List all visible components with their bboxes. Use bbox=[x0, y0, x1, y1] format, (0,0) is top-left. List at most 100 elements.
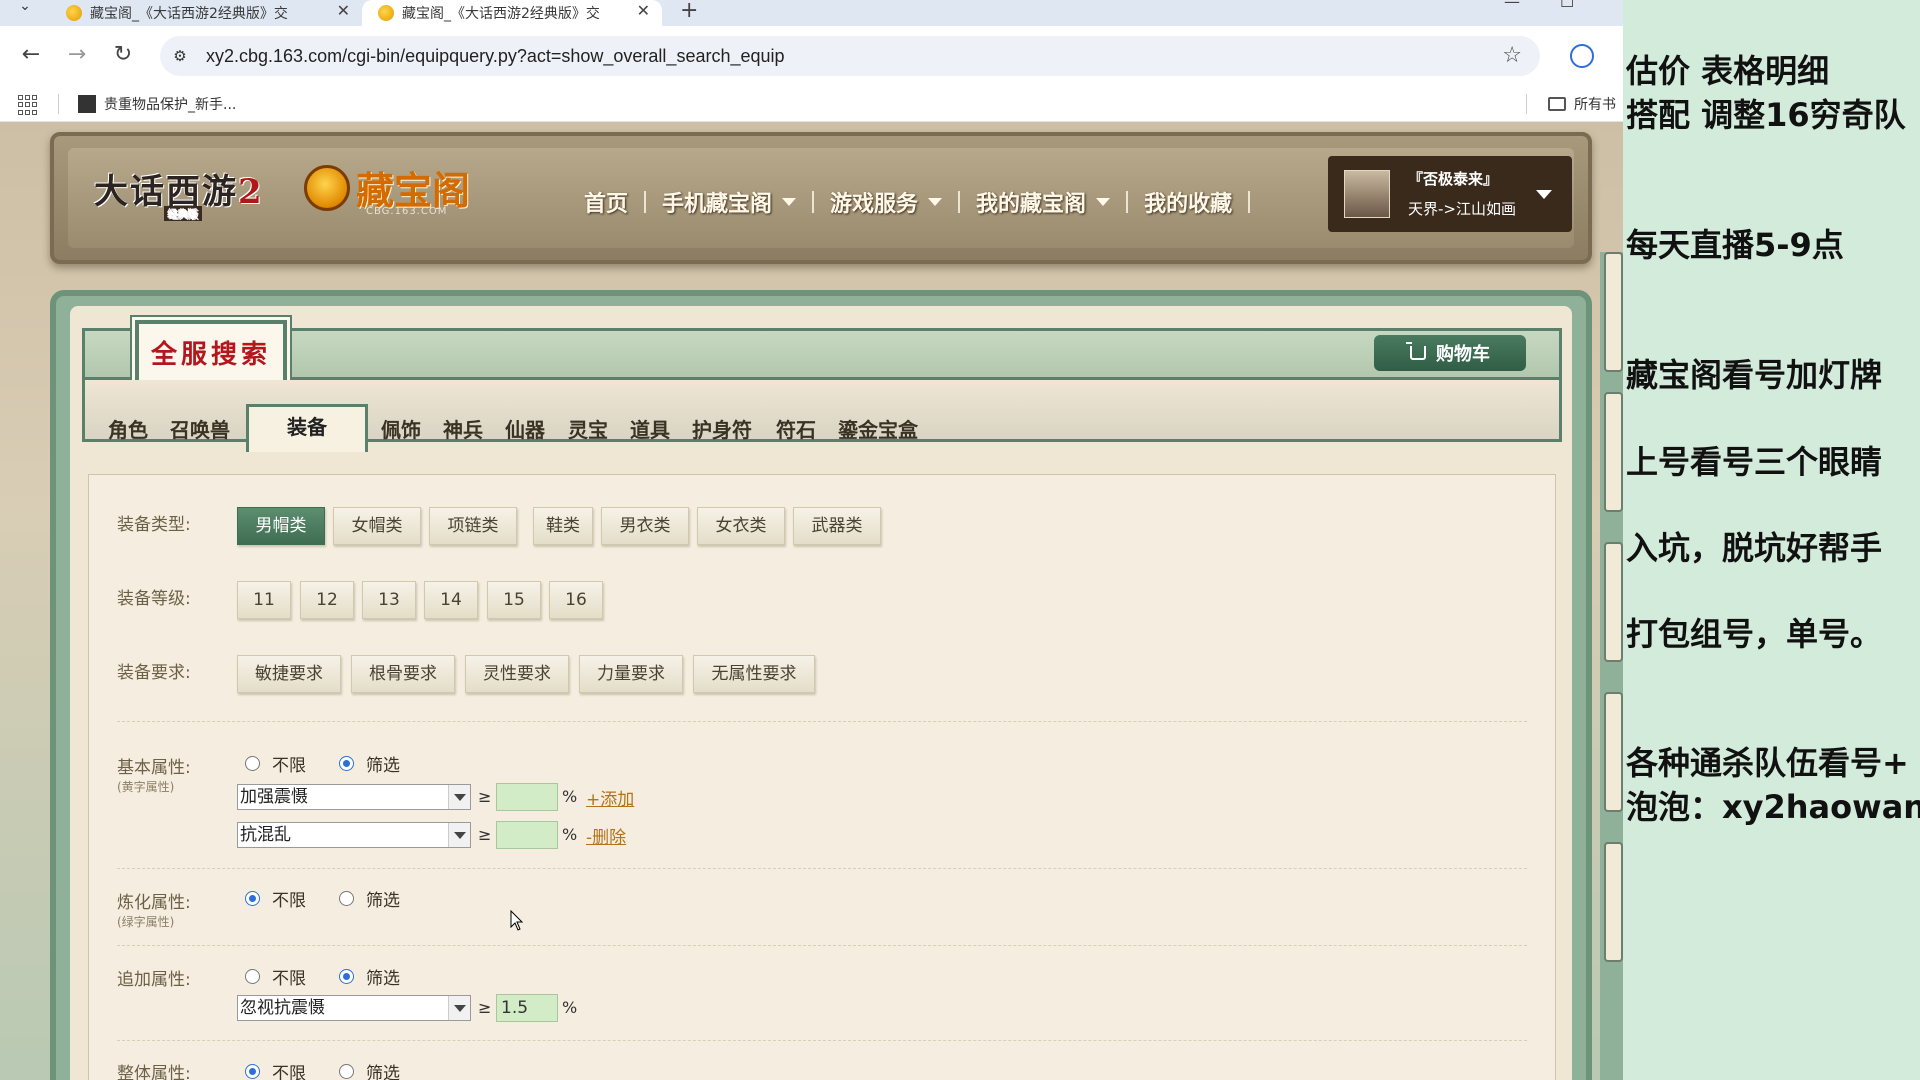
basic-attr-value-input[interactable] bbox=[496, 783, 558, 811]
equip-type-option[interactable]: 女帽类 bbox=[333, 507, 421, 545]
nav-mobile-cbg[interactable]: 手机藏宝阁 bbox=[662, 186, 797, 218]
equip-req-option[interactable]: 无属性要求 bbox=[693, 655, 815, 693]
extra-attr-any-radio[interactable]: 不限 bbox=[245, 964, 306, 989]
basic-attr-select[interactable]: 加强震慑 bbox=[237, 784, 471, 810]
tab-gilded-box[interactable]: 鎏金宝盒 bbox=[838, 414, 918, 443]
browser-tab-strip: ⌄ 藏宝阁_《大话西游2经典版》交 ✕ 藏宝阁_《大话西游2经典版》交 ✕ + … bbox=[0, 0, 1623, 26]
bookmark-star-icon[interactable]: ☆ bbox=[1502, 43, 1522, 68]
user-server: 天界->江山如画 bbox=[1408, 200, 1516, 218]
tab-rune[interactable]: 符石 bbox=[776, 414, 816, 443]
filter-content bbox=[88, 474, 1556, 1080]
side-scroll-deco bbox=[1604, 252, 1623, 372]
equip-type-option[interactable]: 武器类 bbox=[793, 507, 881, 545]
all-bookmarks-folder[interactable]: 所有书 bbox=[1548, 94, 1616, 114]
apps-grid-icon[interactable] bbox=[18, 95, 38, 115]
profile-avatar-icon[interactable] bbox=[1570, 44, 1594, 68]
equip-type-option[interactable]: 鞋类 bbox=[533, 507, 593, 545]
equip-type-option[interactable]: 男衣类 bbox=[601, 507, 689, 545]
select-value: 加强震慑 bbox=[240, 787, 308, 807]
nav-my-favorites[interactable]: 我的收藏 bbox=[1144, 186, 1232, 218]
site-header: 大话西游2 经典版 藏宝阁 CBG.163.COM 首页 手机藏宝阁 游戏服务 … bbox=[50, 132, 1592, 264]
equip-req-option[interactable]: 敏捷要求 bbox=[237, 655, 341, 693]
section-divider bbox=[117, 721, 1527, 722]
percent-unit: % bbox=[562, 998, 578, 1017]
forward-arrow-icon[interactable]: → bbox=[62, 40, 92, 70]
bookmarks-bar: 贵重物品保护_新手... 所有书 bbox=[0, 86, 1623, 122]
tab-title: 藏宝阁_《大话西游2经典版》交 bbox=[402, 6, 600, 22]
overlay-text-line: 打包组号，单号。 bbox=[1626, 615, 1883, 653]
tab-role[interactable]: 角色 bbox=[108, 414, 148, 443]
section-divider bbox=[117, 1040, 1527, 1041]
site-info-icon[interactable]: ⚙ bbox=[168, 44, 192, 68]
equip-level-option[interactable]: 11 bbox=[237, 581, 291, 619]
equip-level-option[interactable]: 12 bbox=[300, 581, 354, 619]
equip-type-option[interactable]: 男帽类 bbox=[237, 507, 325, 545]
overall-attr-any-radio[interactable]: 不限 bbox=[245, 1059, 306, 1080]
radio-label: 筛选 bbox=[366, 969, 400, 989]
nav-home[interactable]: 首页 bbox=[584, 186, 628, 218]
window-minimize-icon[interactable]: — bbox=[1504, 0, 1520, 11]
equip-type-option[interactable]: 项链类 bbox=[429, 507, 517, 545]
equip-req-option[interactable]: 根骨要求 bbox=[351, 655, 455, 693]
back-arrow-icon[interactable]: ← bbox=[16, 40, 46, 70]
tab-close-icon[interactable]: ✕ bbox=[637, 1, 650, 20]
tab-spirit-treasure[interactable]: 灵宝 bbox=[568, 414, 608, 443]
radio-dot bbox=[245, 756, 260, 771]
add-attr-link[interactable]: +添加 bbox=[586, 785, 634, 810]
equip-level-option[interactable]: 15 bbox=[487, 581, 541, 619]
basic-attr-any-radio[interactable]: 不限 bbox=[245, 751, 306, 776]
panel-title-text: 全服搜索 bbox=[150, 339, 271, 370]
cart-label: 购物车 bbox=[1436, 344, 1490, 365]
select-value: 忽视抗震慑 bbox=[240, 998, 325, 1018]
folder-label: 所有书 bbox=[1574, 97, 1616, 113]
cbg-logo[interactable]: 藏宝阁 CBG.163.COM bbox=[304, 160, 470, 217]
browser-tab[interactable]: 藏宝阁_《大话西游2经典版》交 ✕ bbox=[50, 0, 362, 26]
tab-amulet[interactable]: 护身符 bbox=[692, 414, 752, 443]
new-tab-plus-icon[interactable]: + bbox=[680, 0, 698, 23]
equip-req-option[interactable]: 力量要求 bbox=[579, 655, 683, 693]
basic-attr-select[interactable]: 抗混乱 bbox=[237, 822, 471, 848]
equip-type-option[interactable]: 女衣类 bbox=[697, 507, 785, 545]
basic-attr-value-input[interactable] bbox=[496, 821, 558, 849]
equip-req-option[interactable]: 灵性要求 bbox=[465, 655, 569, 693]
radio-dot bbox=[245, 1064, 260, 1079]
overlay-text-line: 泡泡：xy2haowan bbox=[1626, 788, 1920, 826]
url-text[interactable]: xy2.cbg.163.com/cgi-bin/equipquery.py?ac… bbox=[206, 46, 785, 67]
nav-my-cbg[interactable]: 我的藏宝阁 bbox=[976, 186, 1111, 218]
refine-attr-any-radio[interactable]: 不限 bbox=[245, 886, 306, 911]
radio-label: 筛选 bbox=[366, 1064, 400, 1080]
bookmarks-divider bbox=[58, 94, 59, 114]
overall-attr-filter-radio[interactable]: 筛选 bbox=[339, 1059, 400, 1080]
overlay-text-line: 上号看号三个眼睛 bbox=[1626, 443, 1883, 481]
browser-tab-active[interactable]: 藏宝阁_《大话西游2经典版》交 ✕ bbox=[362, 0, 662, 26]
cart-button[interactable]: 购物车 bbox=[1374, 335, 1526, 371]
window-maximize-icon[interactable]: ☐ bbox=[1560, 0, 1574, 11]
delete-attr-link[interactable]: -删除 bbox=[586, 823, 626, 848]
user-menu[interactable]: 『否极泰来』 天界->江山如画 bbox=[1328, 156, 1572, 232]
tab-equip[interactable]: 装备 bbox=[246, 404, 368, 452]
tab-items[interactable]: 道具 bbox=[630, 414, 670, 443]
tab-immortal-item[interactable]: 仙器 bbox=[505, 414, 545, 443]
game-logo[interactable]: 大话西游2 经典版 bbox=[94, 164, 264, 221]
reload-icon[interactable]: ↻ bbox=[108, 40, 138, 70]
tab-favicon-icon bbox=[66, 5, 82, 21]
equip-level-option[interactable]: 14 bbox=[424, 581, 478, 619]
extra-attr-value-input[interactable]: 1.5 bbox=[496, 994, 558, 1022]
tab-search-chevron-icon[interactable]: ⌄ bbox=[10, 0, 40, 20]
equip-level-option[interactable]: 13 bbox=[362, 581, 416, 619]
radio-label: 不限 bbox=[272, 1064, 306, 1080]
browser-window: ⌄ 藏宝阁_《大话西游2经典版》交 ✕ 藏宝阁_《大话西游2经典版》交 ✕ + … bbox=[0, 0, 1623, 1080]
tab-divine-weapon[interactable]: 神兵 bbox=[443, 414, 483, 443]
nav-label: 我的收藏 bbox=[1144, 192, 1233, 217]
tab-close-icon[interactable]: ✕ bbox=[337, 1, 350, 20]
bookmark-item[interactable]: 贵重物品保护_新手... bbox=[78, 94, 236, 114]
extra-attr-select[interactable]: 忽视抗震慑 bbox=[237, 995, 471, 1021]
equip-level-option[interactable]: 16 bbox=[549, 581, 603, 619]
basic-attr-filter-radio[interactable]: 筛选 bbox=[339, 751, 400, 776]
extra-attr-filter-radio[interactable]: 筛选 bbox=[339, 964, 400, 989]
address-bar[interactable]: ⚙ xy2.cbg.163.com/cgi-bin/equipquery.py?… bbox=[160, 36, 1540, 76]
tab-summon[interactable]: 召唤兽 bbox=[170, 414, 230, 443]
nav-game-service[interactable]: 游戏服务 bbox=[830, 186, 943, 218]
refine-attr-filter-radio[interactable]: 筛选 bbox=[339, 886, 400, 911]
tab-accessory[interactable]: 佩饰 bbox=[381, 414, 421, 443]
